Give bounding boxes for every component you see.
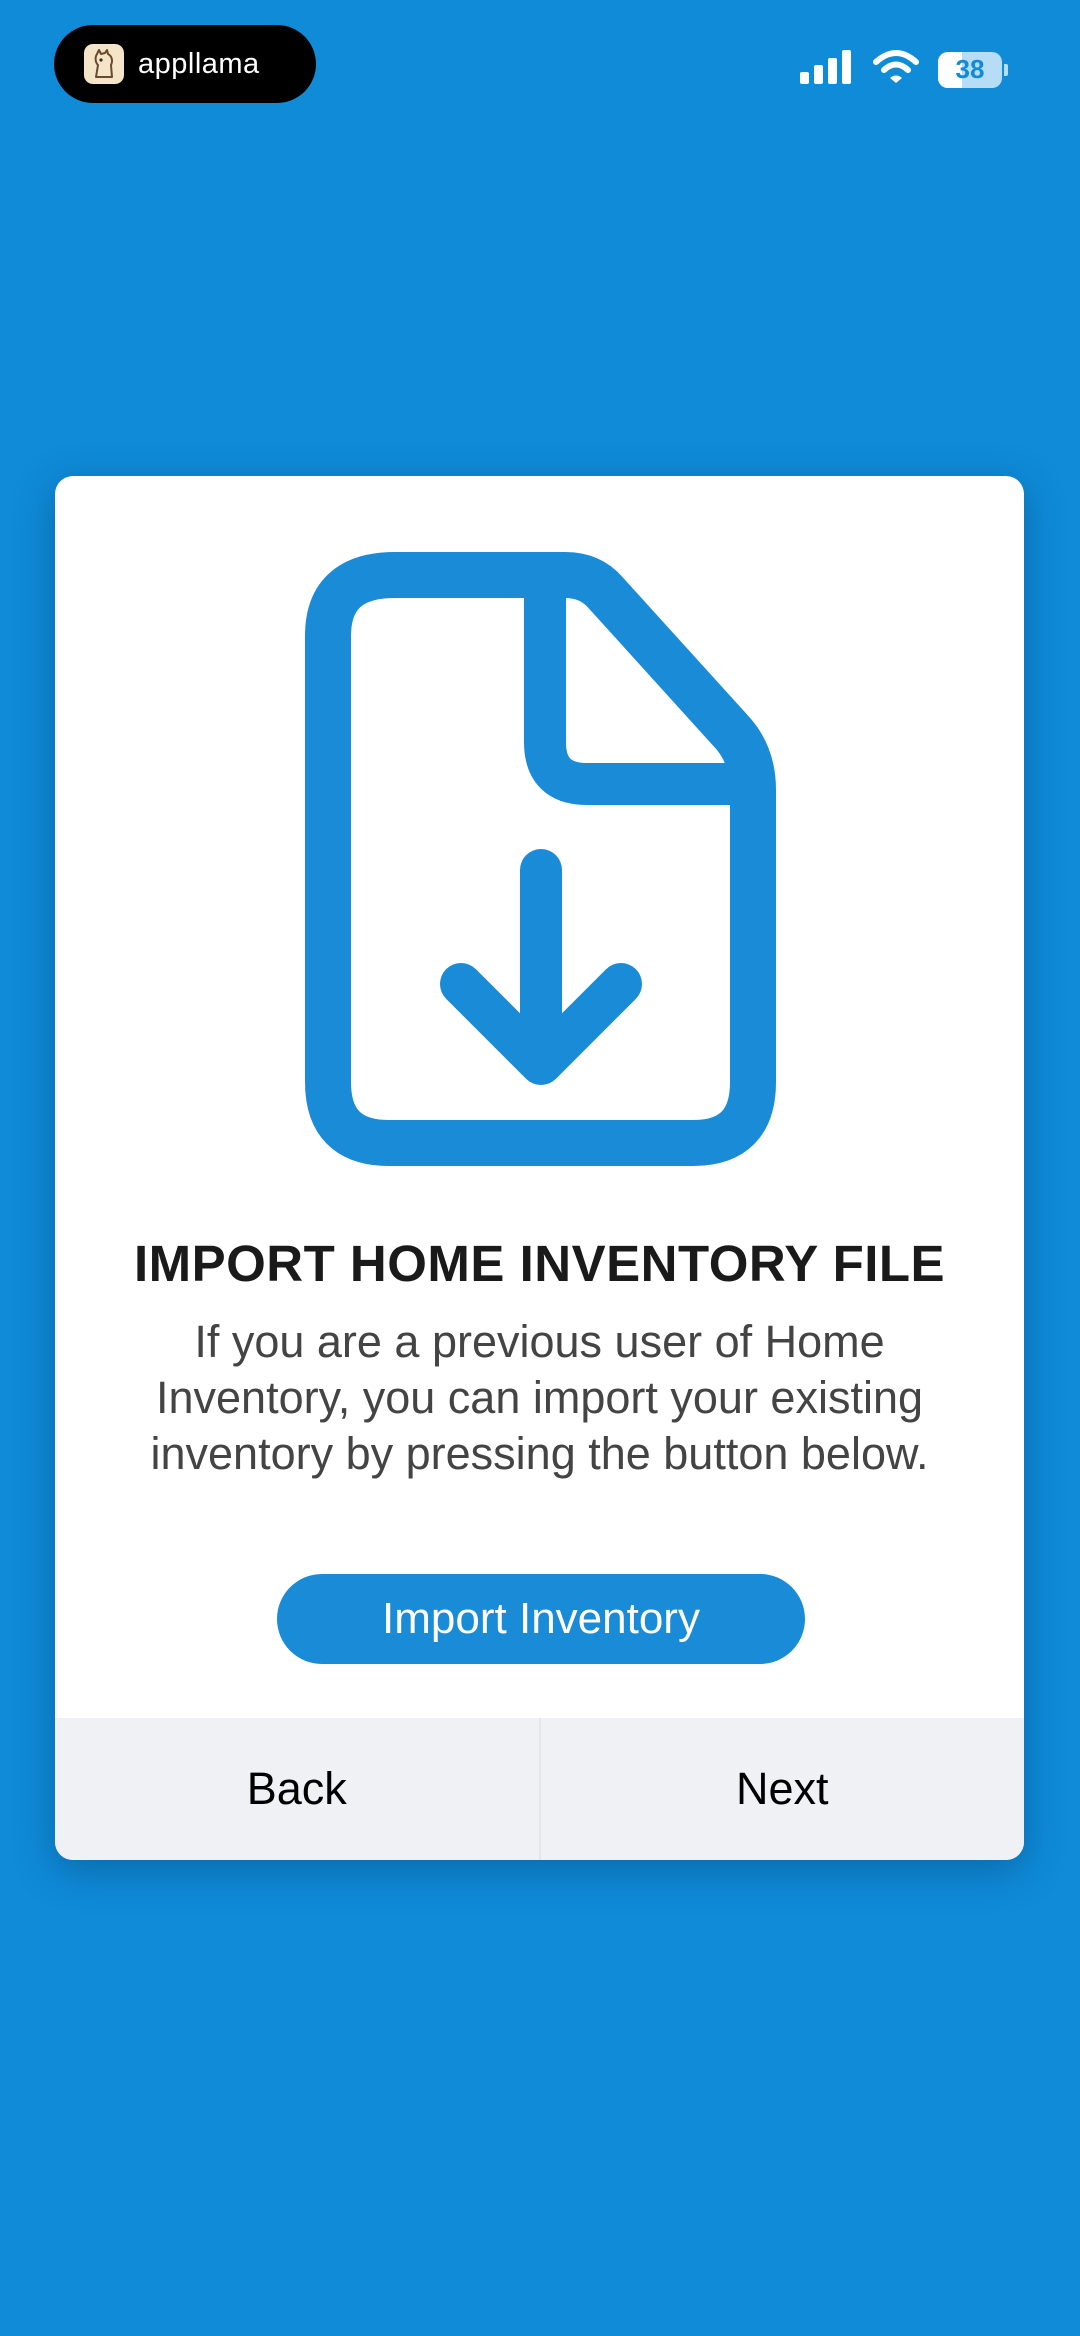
- next-button[interactable]: Next: [541, 1718, 1025, 1860]
- app-pill: appllama: [54, 25, 316, 103]
- import-inventory-button[interactable]: Import Inventory: [277, 1574, 805, 1664]
- cellular-signal-icon: [800, 50, 854, 89]
- description-text: If you are a previous user of Home Inven…: [150, 1316, 929, 1479]
- wifi-icon: [872, 50, 920, 89]
- file-download-icon: [305, 552, 776, 1166]
- battery-level: 38: [955, 54, 985, 84]
- back-button[interactable]: Back: [55, 1718, 539, 1860]
- status-icons: 38: [800, 50, 1008, 89]
- battery-icon: 38: [938, 51, 1008, 89]
- app-pill-label: appllama: [138, 47, 260, 80]
- llama-logo-icon: [84, 44, 124, 84]
- import-card: IMPORT HOME INVENTORY FILE If you are a …: [55, 476, 1024, 1860]
- card-footer: Back Next: [55, 1718, 1024, 1860]
- page-title: IMPORT HOME INVENTORY FILE: [133, 1235, 946, 1292]
